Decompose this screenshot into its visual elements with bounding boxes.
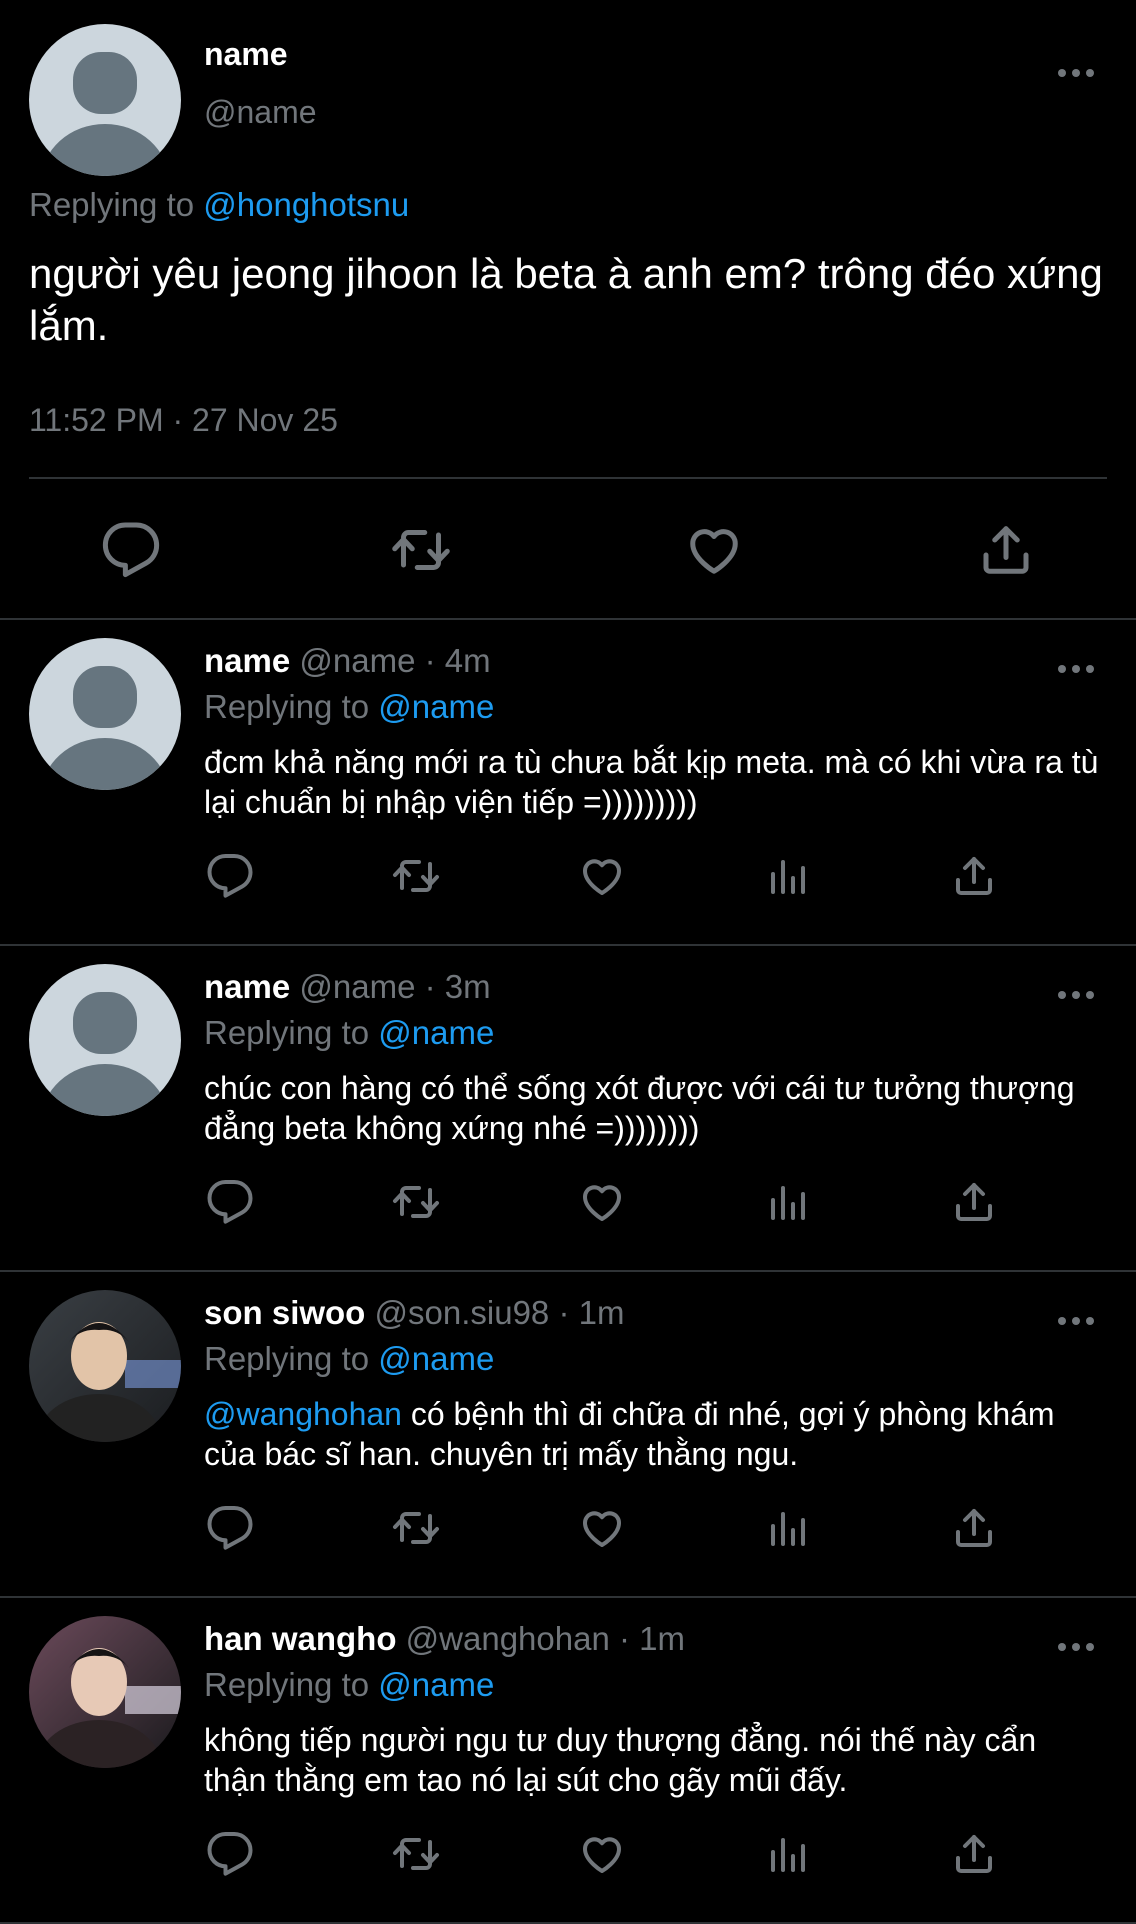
tweet-timestamp[interactable]: 11:52 PM · 27 Nov 25 [29,402,338,439]
like-icon[interactable] [578,1830,626,1878]
more-options-icon[interactable] [1056,662,1096,676]
reply-actions [0,852,1136,900]
views-icon[interactable] [765,1178,813,1226]
more-options-icon[interactable] [1056,66,1096,80]
display-name[interactable]: son siwoo [204,1294,365,1331]
display-name[interactable]: name [204,642,290,679]
retweet-icon[interactable] [391,520,451,580]
separator: · [415,642,445,679]
avatar[interactable] [29,1616,181,1768]
user-handle[interactable]: @son.siu98 [375,1294,550,1331]
reply-text: @wanghohan có bệnh thì đi chữa đi nhé, g… [204,1394,1104,1474]
replying-to-line: Replying to @name [204,1666,494,1704]
main-tweet: name @name Replying to @honghotsnu người… [0,0,1136,618]
reply-icon[interactable] [206,1504,254,1552]
reply-meta: han wangho @wanghohan · 1m [204,1620,685,1658]
views-icon[interactable] [765,1830,813,1878]
reply-body: chúc con hàng có thể sống xót được với c… [204,1070,1075,1146]
more-options-icon[interactable] [1056,988,1096,1002]
separator: · [609,1620,640,1657]
views-icon[interactable] [765,852,813,900]
reply-icon[interactable] [206,852,254,900]
reply-meta: name @name · 4m [204,642,491,680]
reply-actions [0,1178,1136,1226]
replying-to-link[interactable]: @name [378,1340,494,1377]
retweet-icon[interactable] [392,1504,440,1552]
reply-tweet[interactable]: name @name · 4m Replying to @name đcm kh… [0,620,1136,946]
replying-to-label: Replying to [204,1666,379,1703]
reply-tweet[interactable]: son siwoo @son.siu98 · 1m Replying to @n… [0,1272,1136,1598]
replying-to-label: Replying to [204,688,379,725]
reply-icon[interactable] [206,1830,254,1878]
user-handle[interactable]: @wanghohan [406,1620,610,1657]
reply-text: đcm khả năng mới ra tù chưa bắt kịp meta… [204,742,1104,822]
separator: · [549,1294,579,1331]
share-icon[interactable] [950,852,998,900]
avatar[interactable] [29,964,181,1116]
tweet-actions [0,520,1136,580]
reply-icon[interactable] [101,520,161,580]
reply-text: chúc con hàng có thể sống xót được với c… [204,1068,1104,1148]
divider [29,477,1107,479]
relative-time[interactable]: 1m [639,1620,685,1657]
user-handle[interactable]: @name [204,94,317,131]
reply-body: đcm khả năng mới ra tù chưa bắt kịp meta… [204,744,1099,820]
display-name[interactable]: name [204,968,290,1005]
user-handle[interactable]: @name [299,968,415,1005]
reply-icon[interactable] [206,1178,254,1226]
replying-to-line: Replying to @honghotsnu [29,186,409,224]
replying-to-line: Replying to @name [204,1014,494,1052]
relative-time[interactable]: 3m [445,968,491,1005]
display-name[interactable]: han wangho [204,1620,397,1657]
replying-to-link[interactable]: @name [378,1014,494,1051]
display-name[interactable]: name [204,36,288,73]
reply-actions [0,1830,1136,1878]
share-icon[interactable] [950,1178,998,1226]
replying-to-link[interactable]: @name [378,1666,494,1703]
separator: · [415,968,445,1005]
relative-time[interactable]: 4m [445,642,491,679]
avatar[interactable] [29,638,181,790]
replying-to-label: Replying to [204,1340,379,1377]
avatar[interactable] [29,1290,181,1442]
more-options-icon[interactable] [1056,1314,1096,1328]
reply-meta: name @name · 3m [204,968,491,1006]
like-icon[interactable] [578,1178,626,1226]
reply-actions [0,1504,1136,1552]
reply-body: không tiếp người ngu tư duy thượng đẳng.… [204,1722,1037,1798]
like-icon[interactable] [578,852,626,900]
replying-to-label: Replying to [204,1014,379,1051]
replying-to-link[interactable]: @name [378,688,494,725]
reply-text: không tiếp người ngu tư duy thượng đẳng.… [204,1720,1104,1800]
retweet-icon[interactable] [392,1830,440,1878]
avatar[interactable] [29,24,181,176]
reply-tweet[interactable]: name @name · 3m Replying to @name chúc c… [0,946,1136,1272]
share-icon[interactable] [950,1830,998,1878]
share-icon[interactable] [950,1504,998,1552]
reply-meta: son siwoo @son.siu98 · 1m [204,1294,624,1332]
user-handle[interactable]: @name [299,642,415,679]
retweet-icon[interactable] [392,852,440,900]
share-icon[interactable] [976,520,1036,580]
reply-tweet[interactable]: han wangho @wanghohan · 1m Replying to @… [0,1598,1136,1924]
retweet-icon[interactable] [392,1178,440,1226]
replying-to-line: Replying to @name [204,1340,494,1378]
relative-time[interactable]: 1m [579,1294,625,1331]
like-icon[interactable] [684,520,744,580]
mention-link[interactable]: @wanghohan [204,1396,402,1432]
tweet-text: người yêu jeong jihoon là beta à anh em?… [29,250,1103,349]
replying-to-label: Replying to [29,186,204,223]
replying-to-line: Replying to @name [204,688,494,726]
replying-to-link[interactable]: @honghotsnu [203,186,409,223]
views-icon[interactable] [765,1504,813,1552]
like-icon[interactable] [578,1504,626,1552]
more-options-icon[interactable] [1056,1640,1096,1654]
